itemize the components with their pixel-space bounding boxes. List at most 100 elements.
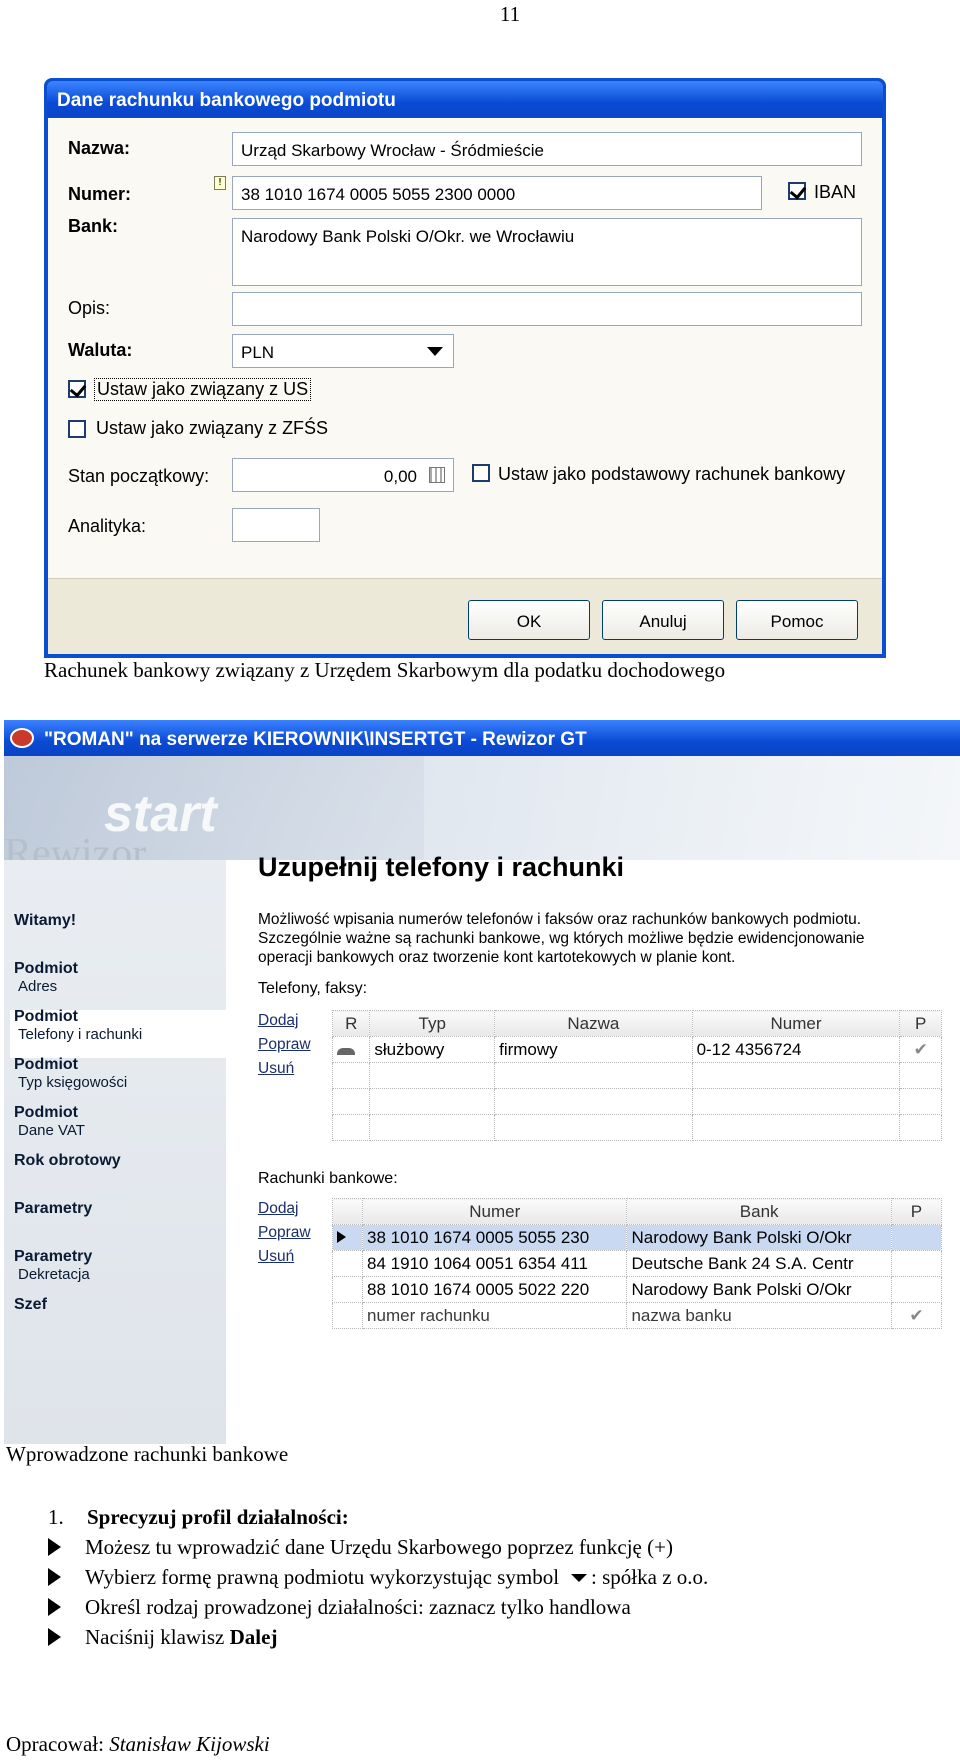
sidebar-item-typ-ksiegowosci[interactable]: Podmiot Typ księgowości [14,1056,127,1091]
stan-value: 0,00 [383,467,417,486]
table-cell: firmowy [494,1036,693,1063]
sidebar-item-label: Parametry [14,1248,93,1265]
dialog-title: Dane rachunku bankowego podmiotu [47,81,883,117]
sidebar-item-szef[interactable]: Szef [14,1296,47,1314]
sidebar-item-label: Witamy! [14,912,77,929]
rewizor-window: "ROMAN" na serwerze KIEROWNIK\INSERTGT -… [4,720,960,1444]
table-cell: 38 1010 1674 0005 5055 230 [362,1224,628,1251]
sidebar-item-adres[interactable]: Podmiot Adres [14,960,78,995]
waluta-value: PLN [241,343,275,362]
accounts-delete-link[interactable]: Usuń [258,1248,294,1266]
dialog-body: Nazwa: Urząd Skarbowy Wrocław - Śródmieś… [47,117,883,655]
sidebar-item-rok-obrotowy[interactable]: Rok obrotowy [14,1152,121,1170]
column-header[interactable]: Typ [369,1010,496,1037]
column-header[interactable]: P [890,1198,943,1225]
footer-author: Stanisław Kijowski [109,1732,270,1756]
column-header[interactable]: Nazwa [494,1010,693,1037]
table-row[interactable]: numer rachunku nazwa banku ✔ [331,1302,943,1329]
page-title: Uzupełnij telefony i rachunki [258,852,625,882]
phones-edit-link[interactable]: Popraw [258,1036,311,1054]
table-row[interactable]: 84 1910 1064 0051 6354 411 Deutsche Bank… [331,1250,943,1277]
zfss-label: Ustaw jako związany z ZFŚS [96,418,329,438]
accounts-edit-link[interactable]: Popraw [258,1224,311,1242]
list-item-text: Naciśnij klawisz [85,1625,230,1649]
window-title: "ROMAN" na serwerze KIEROWNIK\INSERTGT -… [4,720,960,756]
list-item-text: : spółka z o.o. [591,1565,709,1589]
sidebar-item-label: Podmiot [14,960,78,977]
podstawowy-checkbox[interactable] [472,464,490,482]
table-cell: Narodowy Bank Polski O/Okr [626,1276,892,1303]
warning-icon: ! [214,176,226,190]
table-cell: 84 1910 1064 0051 6354 411 [362,1250,628,1277]
table-row[interactable]: służbowy firmowy 0-12 4356724 ✔ [331,1036,942,1063]
table-cell: nazwa banku [626,1302,892,1329]
cancel-button[interactable]: Anuluj [602,600,724,640]
dialog-form-area: Nazwa: Urząd Skarbowy Wrocław - Śródmieś… [48,118,882,578]
table-header: R Typ Nazwa Numer P [331,1010,942,1037]
list-item: Możesz tu wprowadzić dane Urzędu Skarbow… [48,1532,948,1562]
analityka-label: Analityka: [68,516,147,536]
table-cell: numer rachunku [362,1302,628,1329]
divider [48,578,882,579]
sidebar-item-sublabel: Adres [18,978,58,995]
column-header[interactable]: Numer [691,1010,901,1037]
help-button[interactable]: Pomoc [736,600,858,640]
page-number: 11 [499,2,521,26]
us-checkbox[interactable] [68,380,86,398]
sidebar-item-label: Podmiot [14,1104,78,1121]
sidebar-item-label: Parametry [14,1200,93,1217]
column-header[interactable]: R [331,1010,371,1037]
sidebar-item-sublabel: Typ księgowości [18,1074,128,1091]
phones-delete-link[interactable]: Usuń [258,1060,294,1078]
bank-field[interactable]: Narodowy Bank Polski O/Okr. we Wrocławiu [232,218,862,286]
chevron-down-icon [427,347,443,356]
table-row[interactable] [331,1114,942,1141]
iban-checkbox[interactable] [788,182,806,200]
stan-field[interactable]: 0,00 [232,458,454,492]
phones-add-link[interactable]: Dodaj [258,1012,299,1030]
list-item: Naciśnij klawisz Dalej [48,1622,948,1652]
table-row[interactable]: 38 1010 1674 0005 5055 230 Narodowy Bank… [331,1224,943,1251]
sidebar-item-dekretacja[interactable]: Parametry Dekretacja [14,1248,92,1283]
nazwa-label: Nazwa: [68,138,131,158]
table-row[interactable]: 88 1010 1674 0005 5022 220 Narodowy Bank… [331,1276,943,1303]
banner: start Rewizor [4,756,960,877]
list-item-text: Wybierz formę prawną podmiotu wykorzystu… [85,1565,560,1589]
sidebar-item-label: Rok obrotowy [14,1152,121,1169]
phones-table: R Typ Nazwa Numer P służbowy firmowy 0-1… [331,1010,942,1141]
instructions: 1. Sprecyzuj profil działalności: Możesz… [48,1502,948,1652]
waluta-label: Waluta: [68,340,133,360]
column-header[interactable]: P [899,1010,942,1037]
sidebar-item-telefony[interactable]: Podmiot Telefony i rachunki [14,1008,142,1043]
sidebar-item-dane-vat[interactable]: Podmiot Dane VAT [14,1104,85,1139]
waluta-select[interactable]: PLN [232,334,454,368]
app-logo-icon [10,728,34,748]
numer-field[interactable]: 38 1010 1674 0005 5055 2300 0000 [232,176,762,210]
list-item-bold: Dalej [229,1625,278,1649]
instruction-heading: 1. Sprecyzuj profil działalności: [48,1502,948,1532]
list-item-text: Określ rodzaj prowadzonej działalności: … [85,1595,631,1619]
column-header[interactable]: Numer [362,1198,628,1225]
list-item: Określ rodzaj prowadzonej działalności: … [48,1592,948,1622]
table-row[interactable] [331,1062,942,1089]
sidebar-item-parametry[interactable]: Parametry [14,1200,92,1218]
podstawowy-label: Ustaw jako podstawowy rachunek bankowy [498,464,846,484]
table-row[interactable] [331,1088,942,1115]
checkmark-icon: ✔ [890,1302,943,1329]
accounts-add-link[interactable]: Dodaj [258,1200,299,1218]
nazwa-field[interactable]: Urząd Skarbowy Wrocław - Śródmieście [232,132,862,166]
arrow-bullet-icon [48,1598,61,1616]
opis-label: Opis: [68,298,111,318]
column-header[interactable]: Bank [626,1198,892,1225]
analityka-field[interactable] [232,508,320,542]
accounts-table: Numer Bank P 38 1010 1674 0005 5055 230 … [331,1198,943,1329]
opis-field[interactable] [232,292,862,326]
sidebar-item-witamy[interactable]: Witamy! [14,912,76,930]
calculator-icon[interactable] [429,467,445,483]
list-heading: Sprecyzuj profil działalności: [87,1505,349,1529]
phone-icon [331,1036,371,1063]
ok-button[interactable]: OK [468,600,590,640]
zfss-checkbox[interactable] [68,420,86,438]
dropdown-symbol-icon [571,1574,588,1582]
sidebar-item-sublabel: Telefony i rachunki [18,1026,143,1043]
